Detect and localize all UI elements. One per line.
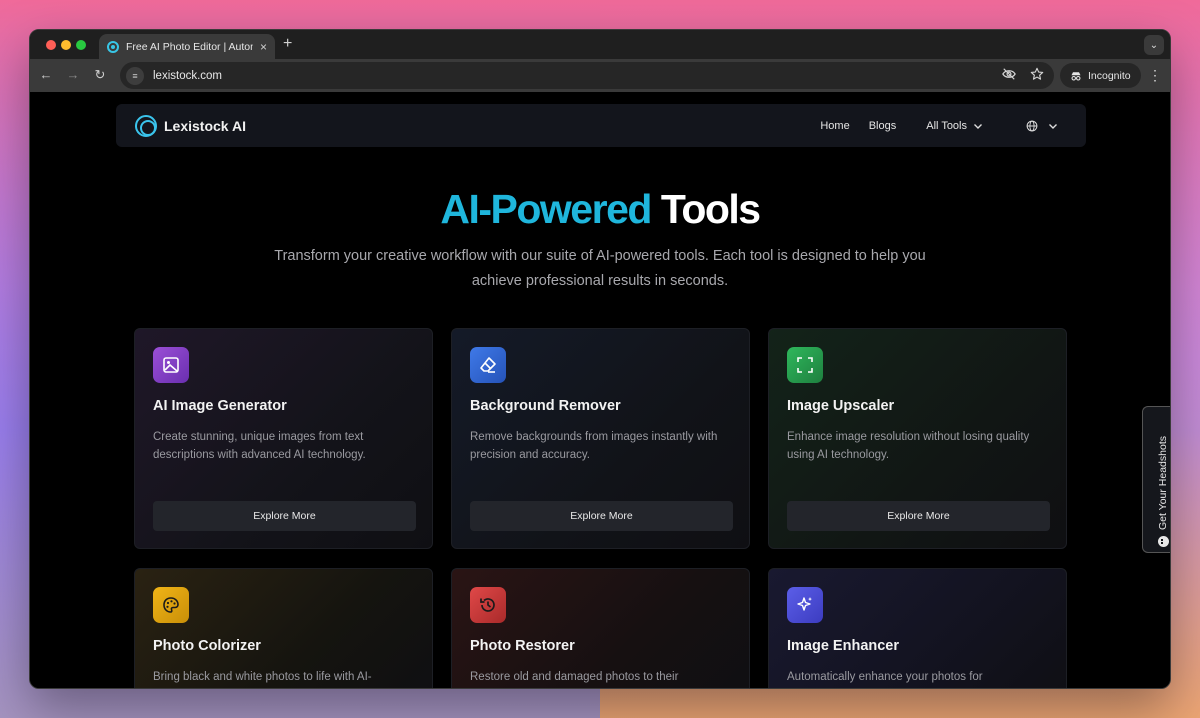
page-content: Lexistock AI Home Blogs All Tools AI-Pow… <box>30 92 1170 688</box>
card-description: Enhance image resolution without losing … <box>787 431 1030 461</box>
hero-title-accent: AI-Powered <box>440 186 652 232</box>
nav-home-link[interactable]: Home <box>820 120 849 132</box>
history-icon <box>470 587 506 623</box>
new-tab-button[interactable]: + <box>283 36 292 52</box>
close-window-button[interactable] <box>46 40 56 50</box>
browser-window: Free AI Photo Editor | Automa × + ⌄ ← → … <box>29 29 1171 689</box>
chevron-down-icon <box>1049 123 1057 129</box>
minimize-window-button[interactable] <box>61 40 71 50</box>
maximize-window-button[interactable] <box>76 40 86 50</box>
card-title: Image Enhancer <box>787 638 900 654</box>
card-description: Restore old and damaged photos to their <box>470 671 679 683</box>
incognito-label: Incognito <box>1088 69 1131 82</box>
tool-card-photo-restorer[interactable]: Photo Restorer Restore old and damaged p… <box>451 568 750 688</box>
favicon-icon <box>107 40 119 53</box>
nav-blogs-link[interactable]: Blogs <box>869 120 897 132</box>
aperture-logo-icon <box>135 114 157 137</box>
explore-more-button[interactable]: Explore More <box>153 501 416 531</box>
tool-card-ai-image-generator[interactable]: AI Image Generator Create stunning, uniq… <box>134 328 433 549</box>
nav-all-tools-dropdown[interactable]: All Tools <box>926 120 983 132</box>
tab-bar: Free AI Photo Editor | Automa × + ⌄ <box>30 30 1170 59</box>
card-description: Remove backgrounds from images instantly… <box>470 431 718 461</box>
smile-icon <box>1157 536 1169 547</box>
card-title: Background Remover <box>470 398 621 414</box>
brand[interactable]: Lexistock AI <box>135 114 246 137</box>
hero-subtitle: Transform your creative workflow with ou… <box>274 248 926 289</box>
card-title: Photo Colorizer <box>153 638 261 654</box>
incognito-icon <box>1071 71 1081 80</box>
site-navbar: Lexistock AI Home Blogs All Tools <box>116 104 1086 147</box>
tool-card-background-remover[interactable]: Background Remover Remove backgrounds fr… <box>451 328 750 549</box>
site-settings-icon[interactable]: ≡ <box>126 66 144 85</box>
tool-card-photo-colorizer[interactable]: Photo Colorizer Bring black and white ph… <box>134 568 433 688</box>
card-title: AI Image Generator <box>153 398 287 414</box>
side-tab-label: Get Your Headshots <box>1157 436 1169 530</box>
card-description: Bring black and white photos to life wit… <box>153 671 372 683</box>
card-description: Automatically enhance your photos for <box>787 671 983 683</box>
forward-arrow-icon[interactable]: → <box>65 67 81 83</box>
tab-close-icon[interactable]: × <box>260 41 267 53</box>
tool-card-image-enhancer[interactable]: Image Enhancer Automatically enhance you… <box>768 568 1067 688</box>
tab-search-button[interactable]: ⌄ <box>1144 35 1164 55</box>
card-description: Create stunning, unique images from text… <box>153 431 366 461</box>
tool-card-image-upscaler[interactable]: Image Upscaler Enhance image resolution … <box>768 328 1067 549</box>
card-title: Photo Restorer <box>470 638 575 654</box>
browser-toolbar: ← → ↻ ≡ lexistock.com Incognito ⋮ <box>30 59 1170 92</box>
hero-title-plain: Tools <box>660 186 761 232</box>
reload-icon[interactable]: ↻ <box>92 67 108 83</box>
chevron-down-icon <box>974 123 982 129</box>
back-arrow-icon[interactable]: ← <box>38 67 54 83</box>
eye-slash-icon[interactable] <box>1002 67 1016 84</box>
incognito-badge[interactable]: Incognito <box>1060 63 1141 88</box>
language-selector[interactable] <box>1026 120 1058 132</box>
address-bar[interactable]: ≡ lexistock.com <box>120 62 1054 89</box>
palette-icon <box>153 587 189 623</box>
brand-name: Lexistock AI <box>164 117 246 134</box>
eraser-icon <box>470 347 506 383</box>
headshots-side-tab[interactable]: Get Your Headshots <box>1142 406 1170 553</box>
star-icon[interactable] <box>1030 67 1044 84</box>
explore-more-button[interactable]: Explore More <box>787 501 1050 531</box>
explore-more-button[interactable]: Explore More <box>470 501 733 531</box>
image-icon <box>153 347 189 383</box>
more-menu-icon[interactable]: ⋮ <box>1148 67 1162 83</box>
tab-title: Free AI Photo Editor | Automa <box>126 40 253 53</box>
sparkles-icon <box>787 587 823 623</box>
card-title: Image Upscaler <box>787 398 895 414</box>
url-text: lexistock.com <box>153 69 223 82</box>
browser-tab[interactable]: Free AI Photo Editor | Automa × <box>99 34 275 59</box>
expand-icon <box>787 347 823 383</box>
hero-title: AI-Powered Tools <box>30 186 1170 233</box>
globe-icon <box>1026 120 1038 131</box>
nav-all-tools-label: All Tools <box>926 119 967 132</box>
